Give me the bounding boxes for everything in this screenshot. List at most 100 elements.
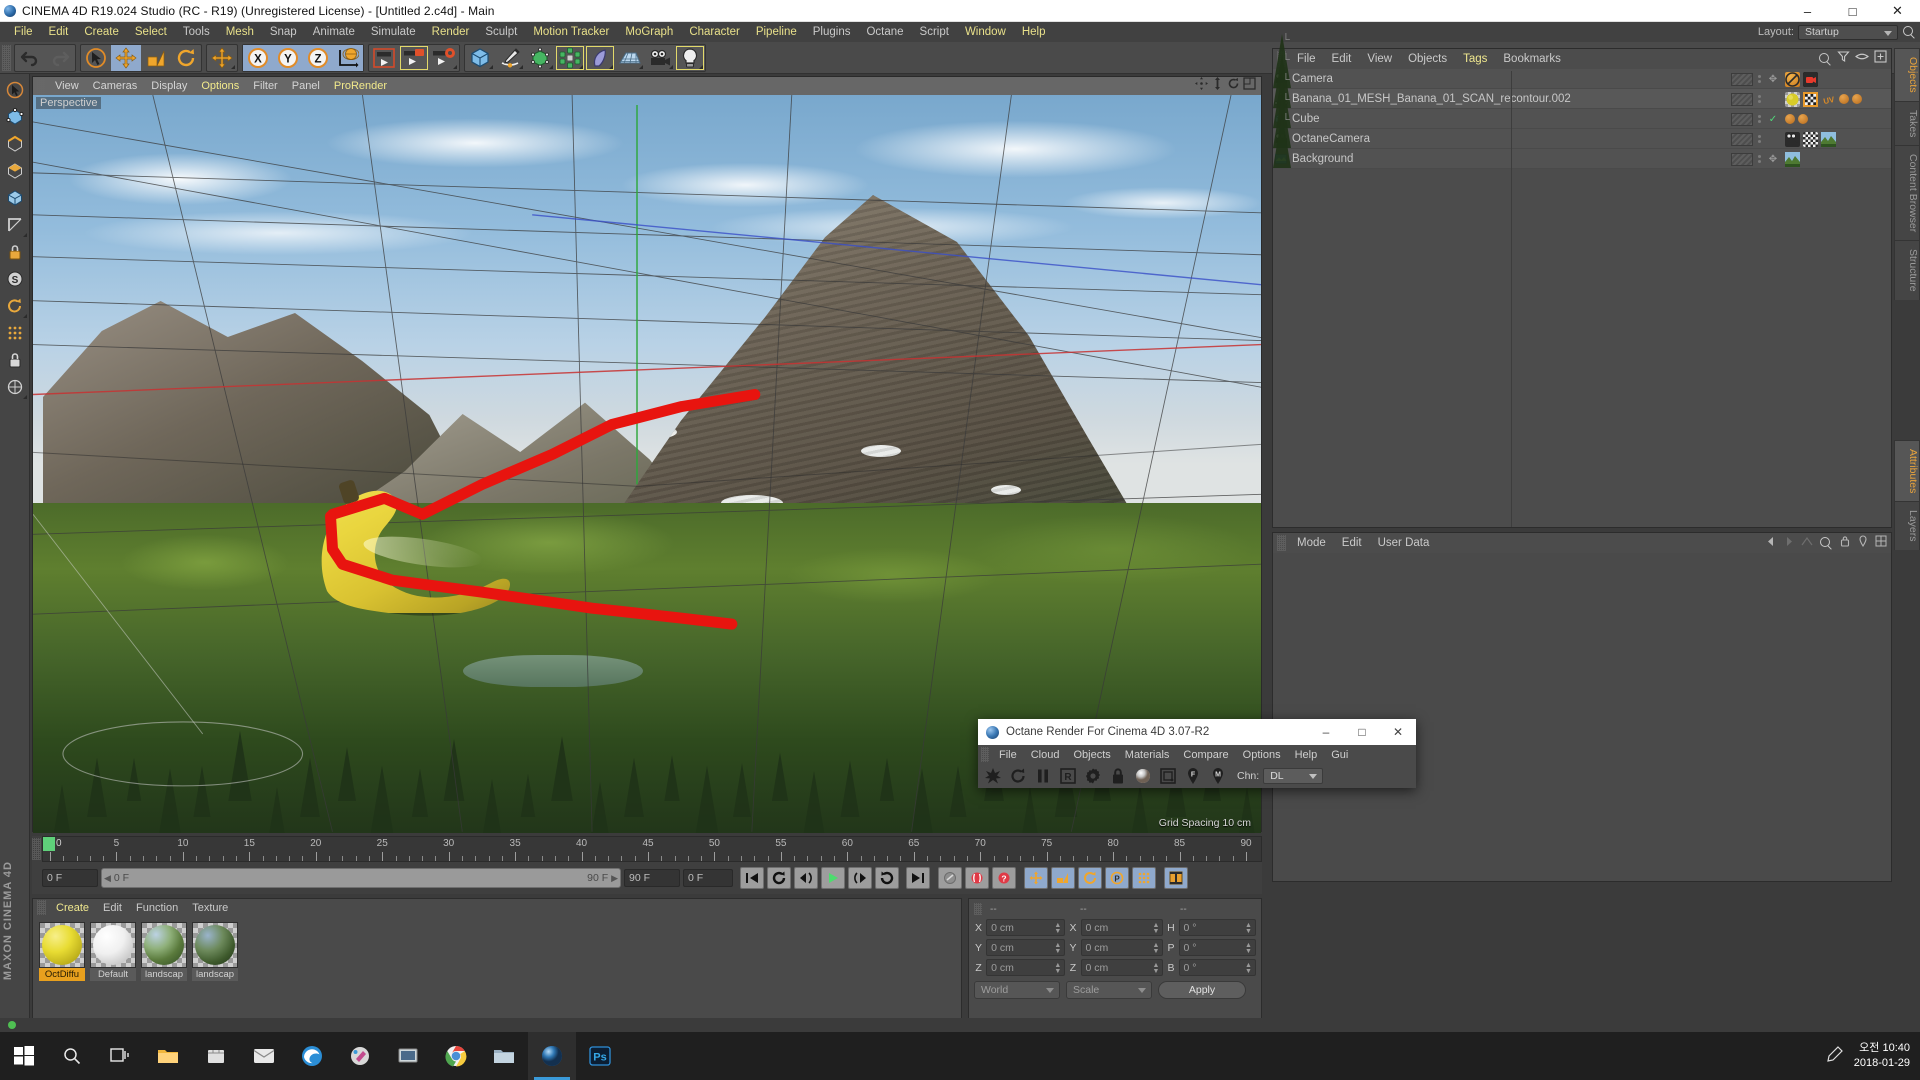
history-icon[interactable] (1801, 534, 1813, 552)
subdivision-surface-icon[interactable] (525, 45, 555, 71)
object-name[interactable]: OctaneCamera (1292, 133, 1370, 145)
menu-item-animate[interactable]: Animate (305, 22, 363, 42)
render-to-picture-viewer-button[interactable] (399, 45, 429, 71)
c4d-icon[interactable] (528, 1032, 576, 1080)
side-tab-attributes[interactable]: Attributes (1894, 439, 1920, 502)
record-active-objects-button[interactable] (938, 867, 962, 889)
object-state-marker[interactable]: ✥ (1765, 74, 1781, 85)
material-swatch[interactable] (39, 922, 85, 968)
edge-icon[interactable] (288, 1032, 336, 1080)
side-tab-structure[interactable]: Structure (1894, 240, 1920, 300)
menu-item-sculpt[interactable]: Sculpt (477, 22, 525, 42)
octane-menu-options[interactable]: Options (1236, 749, 1288, 761)
menu-item-character[interactable]: Character (681, 22, 748, 42)
menu-item-script[interactable]: Script (912, 22, 957, 42)
filter-icon[interactable] (1837, 50, 1850, 68)
x-axis-button[interactable]: X (243, 44, 273, 71)
file-explorer-icon[interactable] (144, 1032, 192, 1080)
polygon-mode-icon[interactable] (2, 158, 28, 184)
render-view-button[interactable] (369, 45, 399, 71)
visibility-column[interactable] (1731, 132, 1753, 146)
spinner[interactable]: ▲ ▼ (1152, 922, 1159, 935)
uv-tag[interactable]: UV (1821, 92, 1836, 107)
viewport-grip[interactable] (37, 78, 45, 94)
autokeying-button[interactable] (965, 867, 989, 889)
settings-gear-icon[interactable] (1081, 765, 1105, 787)
go-to-start-button[interactable] (740, 867, 764, 889)
object-row[interactable]: └ Background ✥ (1273, 114, 1891, 169)
visibility-dots[interactable] (1753, 135, 1765, 143)
coordinate-system-dropdown[interactable]: World (974, 981, 1060, 999)
live-selection-button[interactable] (81, 45, 111, 71)
coordinate-rot-field[interactable]: 0 ° ▲ ▼ (1178, 939, 1256, 956)
lock-axis-icon[interactable] (2, 347, 28, 373)
spinner[interactable]: ▲ ▼ (1152, 962, 1159, 975)
timeline-playhead[interactable] (43, 837, 55, 851)
timeline-button[interactable] (1164, 867, 1188, 889)
viewport-menu-cameras[interactable]: Cameras (86, 80, 145, 92)
edge-mode-icon[interactable] (2, 131, 28, 157)
timeline-ruler[interactable]: 0 051015202530354045505560657075808590 (42, 836, 1262, 862)
point-mode-icon[interactable] (2, 104, 28, 130)
viewport-menu-view[interactable]: View (48, 80, 86, 92)
coordinate-pos-field[interactable]: 0 cm ▲ ▼ (986, 939, 1066, 956)
material-menu-function[interactable]: Function (129, 902, 185, 914)
spinner[interactable]: ▲ ▼ (1245, 962, 1252, 975)
visibility-dots[interactable] (1753, 115, 1765, 123)
material-preview-icon[interactable] (1131, 765, 1155, 787)
vbox-icon[interactable] (384, 1032, 432, 1080)
landscape-texture-tag[interactable] (1785, 151, 1800, 167)
menu-item-render[interactable]: Render (424, 22, 478, 42)
banana-3d-object[interactable] (305, 473, 535, 613)
coordinate-size-field[interactable]: 0 cm ▲ ▼ (1080, 939, 1164, 956)
octane-close-button[interactable]: ✕ (1380, 719, 1416, 745)
coordinate-pos-field[interactable]: 0 cm ▲ ▼ (986, 959, 1066, 976)
coordinate-rot-field[interactable]: 0 ° ▲ ▼ (1178, 919, 1256, 936)
light-icon[interactable] (675, 45, 705, 71)
model-mode-icon[interactable] (2, 185, 28, 211)
coordinate-mode-dropdown[interactable]: Scale (1066, 981, 1152, 999)
scale-key-button[interactable] (1051, 867, 1075, 889)
checker-tag[interactable] (1803, 131, 1818, 147)
grid-icon[interactable] (1875, 534, 1887, 552)
live-selection-mode-icon[interactable] (2, 77, 28, 103)
redo-button[interactable] (45, 45, 75, 71)
deformer-icon[interactable] (585, 45, 615, 71)
menu-item-mesh[interactable]: Mesh (218, 22, 262, 42)
channel-dropdown[interactable]: DL (1263, 768, 1324, 784)
point-level-key-button[interactable] (1132, 867, 1156, 889)
undo-button[interactable] (15, 45, 45, 71)
region-render-icon[interactable]: R (1056, 765, 1080, 787)
material-menu-create[interactable]: Create (49, 902, 96, 914)
timeline-grip[interactable] (32, 838, 41, 860)
menu-item-simulate[interactable]: Simulate (363, 22, 424, 42)
checker-texture-tag[interactable] (1803, 91, 1818, 107)
mograph-cloner-icon[interactable] (555, 45, 585, 71)
pan-icon[interactable] (1195, 77, 1208, 95)
attribute-menu-edit[interactable]: Edit (1334, 537, 1370, 549)
side-tab-layers[interactable]: Layers (1894, 501, 1920, 550)
no-render-tag[interactable] (1785, 71, 1800, 87)
maximize-button[interactable]: □ (1830, 0, 1875, 22)
close-button[interactable]: ✕ (1875, 0, 1920, 22)
spinner[interactable]: ▲ ▼ (1245, 922, 1252, 935)
object-menu-edit[interactable]: Edit (1324, 53, 1360, 65)
object-row[interactable]: └ Camera ✥ (1273, 34, 1891, 89)
material-picker-icon[interactable]: M (1206, 765, 1230, 787)
visibility-column[interactable] (1731, 152, 1753, 166)
paint-icon[interactable] (336, 1032, 384, 1080)
focus-picker-icon[interactable]: F (1181, 765, 1205, 787)
y-axis-button[interactable]: Y (273, 44, 303, 71)
current-frame-field[interactable]: 0 F (42, 869, 98, 887)
spinner[interactable]: ▲ ▼ (1054, 962, 1061, 975)
toolbar-grip[interactable] (2, 44, 11, 71)
object-menu-file[interactable]: File (1289, 53, 1324, 65)
menu-item-plugins[interactable]: Plugins (805, 22, 859, 42)
octane-menu-compare[interactable]: Compare (1176, 749, 1235, 761)
visibility-dots[interactable] (1753, 75, 1765, 83)
menu-item-window[interactable]: Window (957, 22, 1014, 42)
octane-camera-tag[interactable] (1785, 131, 1800, 147)
keyframe-selection-button[interactable]: ? (992, 867, 1016, 889)
object-name[interactable]: Camera (1292, 73, 1333, 85)
minimize-button[interactable]: – (1785, 0, 1830, 22)
